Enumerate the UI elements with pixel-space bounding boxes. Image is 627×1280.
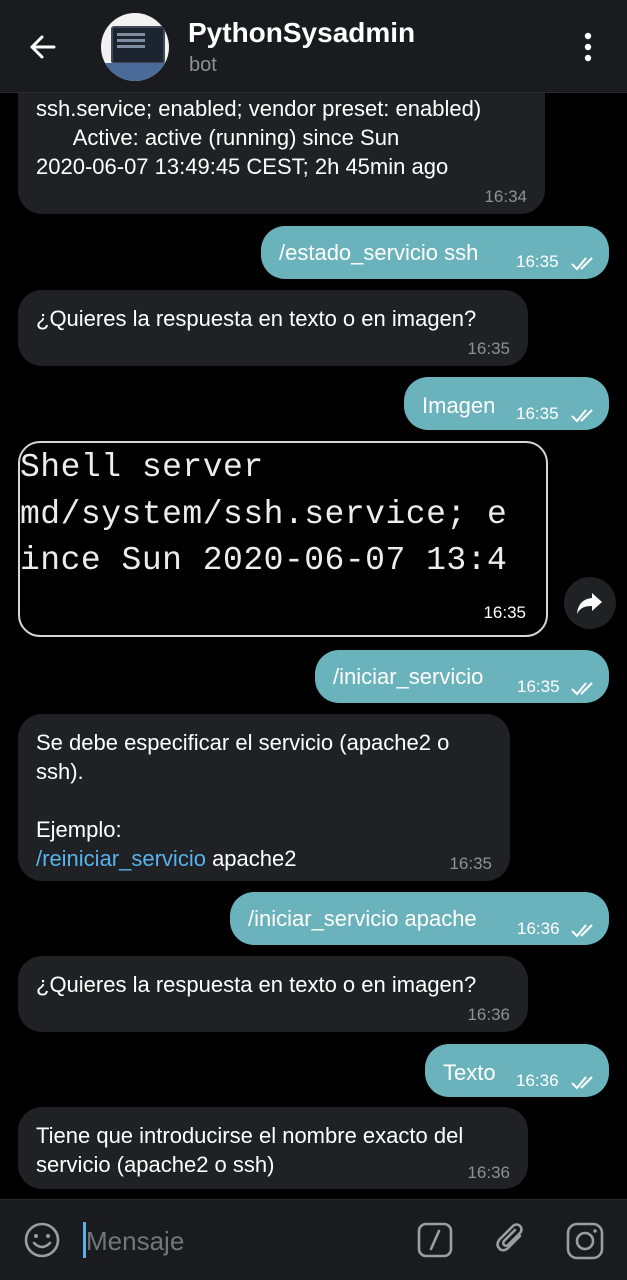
message-incoming[interactable]: ¿Quieres la respuesta en texto o en imag… bbox=[18, 290, 528, 366]
double-check-icon bbox=[571, 257, 593, 271]
message-outgoing[interactable]: /iniciar_servicio apache 16:36 bbox=[230, 892, 609, 945]
message-text-suffix: apache2 bbox=[205, 846, 297, 871]
message-incoming[interactable]: ¿Quieres la respuesta en texto o en imag… bbox=[18, 956, 528, 1032]
command-link[interactable]: /reiniciar_servicio bbox=[36, 846, 206, 871]
double-check-icon bbox=[571, 1076, 593, 1090]
image-text-line: Shell server bbox=[20, 449, 264, 486]
bot-command-icon bbox=[417, 1222, 453, 1258]
double-check-icon bbox=[571, 409, 593, 423]
message-time: 16:35 bbox=[467, 339, 510, 358]
camera-button[interactable] bbox=[564, 1220, 606, 1262]
message-time: 16:34 bbox=[484, 187, 527, 206]
share-button[interactable] bbox=[564, 577, 616, 629]
avatar-stand bbox=[101, 63, 169, 81]
message-input[interactable] bbox=[84, 1220, 388, 1262]
image-text-line: md/system/ssh.service; e bbox=[20, 496, 508, 533]
emoji-icon bbox=[24, 1222, 60, 1258]
message-time: 16:36 bbox=[517, 919, 560, 938]
message-text: /estado_servicio ssh bbox=[279, 240, 479, 265]
back-button[interactable] bbox=[22, 26, 64, 68]
message-text: ¿Quieres la respuesta en texto o en imag… bbox=[36, 972, 477, 997]
attach-button[interactable] bbox=[492, 1220, 532, 1260]
arrow-left-icon bbox=[30, 35, 56, 59]
message-text: Imagen bbox=[422, 393, 496, 418]
message-time: 16:35 bbox=[483, 603, 526, 622]
avatar-screen bbox=[111, 26, 165, 64]
message-text: /iniciar_servicio bbox=[333, 664, 484, 689]
message-time: 16:36 bbox=[467, 1005, 510, 1024]
message-text: Texto bbox=[443, 1060, 496, 1085]
camera-icon bbox=[566, 1222, 604, 1260]
chat-area[interactable]: ssh.service; enabled; vendor preset: ena… bbox=[0, 0, 627, 1199]
emoji-button[interactable] bbox=[22, 1220, 62, 1260]
share-arrow-icon bbox=[577, 593, 602, 614]
message-time: 16:35 bbox=[516, 404, 559, 423]
message-time: 16:36 bbox=[516, 1071, 559, 1090]
message-outgoing[interactable]: /estado_servicio ssh 16:35 bbox=[261, 226, 609, 279]
message-incoming[interactable]: Tiene que introducirse el nombre exacto … bbox=[18, 1107, 528, 1189]
chat-header: PythonSysadmin bot bbox=[0, 0, 627, 93]
message-time: 16:35 bbox=[517, 677, 560, 696]
message-incoming[interactable]: Se debe especificar el servicio (apache2… bbox=[18, 714, 510, 881]
message-text: ¿Quieres la respuesta en texto o en imag… bbox=[36, 306, 477, 331]
message-time: 16:35 bbox=[516, 252, 559, 271]
message-time: 16:36 bbox=[467, 1163, 510, 1182]
message-text: Se debe especificar el servicio (apache2… bbox=[36, 728, 449, 873]
more-options-button[interactable] bbox=[570, 28, 606, 68]
chat-subtitle: bot bbox=[189, 54, 217, 76]
image-text-line: ince Sun 2020-06-07 13:4 bbox=[20, 542, 508, 579]
bot-command-button[interactable] bbox=[416, 1221, 454, 1259]
avatar-screen-lines bbox=[117, 33, 145, 36]
avatar[interactable] bbox=[101, 13, 169, 81]
message-outgoing[interactable]: Imagen 16:35 bbox=[404, 377, 609, 430]
message-text-body: Se debe especificar el servicio (apache2… bbox=[36, 730, 450, 842]
message-time: 16:35 bbox=[449, 854, 492, 873]
message-composer bbox=[0, 1199, 627, 1280]
message-outgoing[interactable]: Texto 16:36 bbox=[425, 1044, 609, 1097]
chat-title: PythonSysadmin bbox=[188, 17, 416, 48]
double-check-icon bbox=[571, 924, 593, 938]
double-check-icon bbox=[571, 682, 593, 696]
more-vertical-icon bbox=[584, 32, 592, 62]
message-text: Tiene que introducirse el nombre exacto … bbox=[36, 1123, 464, 1177]
paperclip-icon bbox=[496, 1223, 523, 1252]
message-outgoing[interactable]: /iniciar_servicio 16:35 bbox=[315, 650, 609, 703]
image-message[interactable]: Shell server md/system/ssh.service; e in… bbox=[18, 441, 548, 637]
message-text: ssh.service; enabled; vendor preset: ena… bbox=[36, 96, 482, 179]
message-text: /iniciar_servicio apache bbox=[248, 906, 477, 931]
